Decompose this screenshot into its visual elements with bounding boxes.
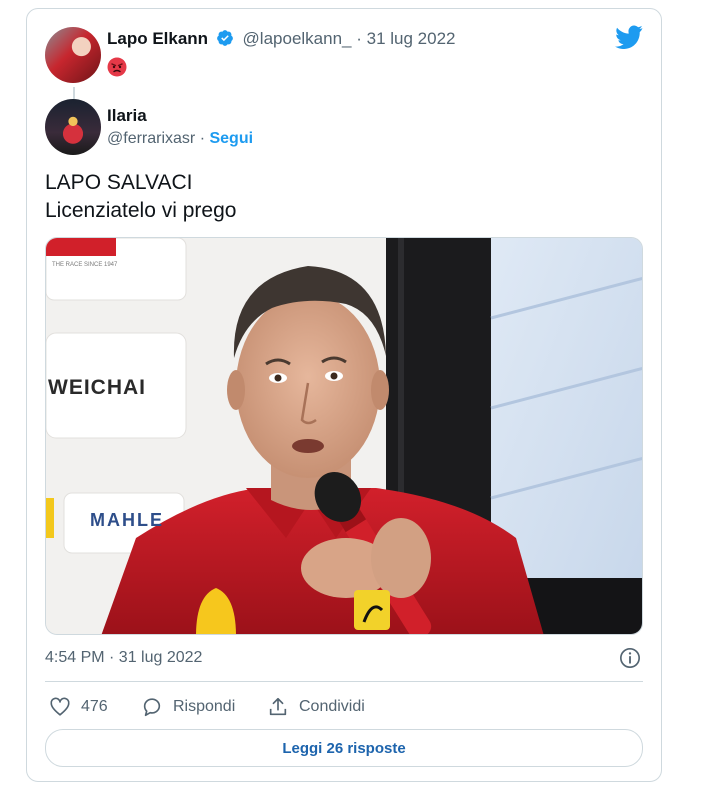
separator-dot: ·	[356, 29, 362, 48]
info-icon[interactable]	[619, 647, 641, 669]
quoted-handle[interactable]: @ferrarixasr	[107, 130, 195, 147]
tweet-timestamp[interactable]: 4:54 PM · 31 lug 2022	[45, 649, 202, 667]
sponsor-weichai: WEICHAI	[48, 376, 146, 399]
author-date[interactable]: 31 lug 2022	[367, 29, 456, 48]
twitter-bird-icon[interactable]	[615, 25, 643, 49]
follow-button[interactable]: Segui	[209, 130, 253, 147]
speech-bubble-icon	[143, 698, 161, 717]
author-handle[interactable]: @lapoelkann_	[243, 29, 352, 48]
reply-button[interactable]: Rispondi	[141, 693, 235, 721]
share-button[interactable]: Condividi	[267, 693, 365, 721]
quoted-handle-line: @ferrarixasr · Segui	[107, 130, 253, 148]
quoted-avatar[interactable]	[45, 99, 101, 155]
tweet-text-line: Licenziatelo vi prego	[45, 199, 237, 222]
sponsor-mahle: MAHLE	[90, 510, 164, 530]
thread-connector	[73, 87, 75, 99]
reply-label: Rispondi	[173, 698, 236, 715]
author-line: Lapo Elkann @lapoelkann_ · 31 lug 2022	[107, 29, 456, 49]
sponsor-tagline: THE RACE SINCE 1947	[52, 262, 118, 268]
tweet-text-line: LAPO SALVACI	[45, 171, 193, 194]
like-button[interactable]: 476	[49, 693, 108, 721]
share-label: Condividi	[299, 698, 365, 715]
like-count: 476	[81, 698, 108, 715]
tweet-card: Lapo Elkann @lapoelkann_ · 31 lug 2022 I…	[26, 8, 662, 782]
tweet-text: LAPO SALVACI Licenziatelo vi prego	[45, 169, 236, 225]
angry-face-icon	[107, 57, 127, 77]
photo-illustration	[46, 238, 642, 634]
divider	[45, 681, 643, 682]
heart-icon	[50, 697, 70, 716]
verified-badge-icon	[216, 30, 233, 46]
author-name[interactable]: Lapo Elkann	[107, 29, 208, 48]
quoted-name[interactable]: Ilaria	[107, 106, 147, 126]
read-replies-button[interactable]: Leggi 26 risposte	[45, 729, 643, 767]
separator-dot: ·	[199, 130, 206, 147]
author-avatar[interactable]	[45, 27, 101, 83]
share-upload-icon	[269, 697, 287, 716]
tweet-photo[interactable]: WEICHAI MAHLE THE RACE SINCE 1947	[45, 237, 643, 635]
